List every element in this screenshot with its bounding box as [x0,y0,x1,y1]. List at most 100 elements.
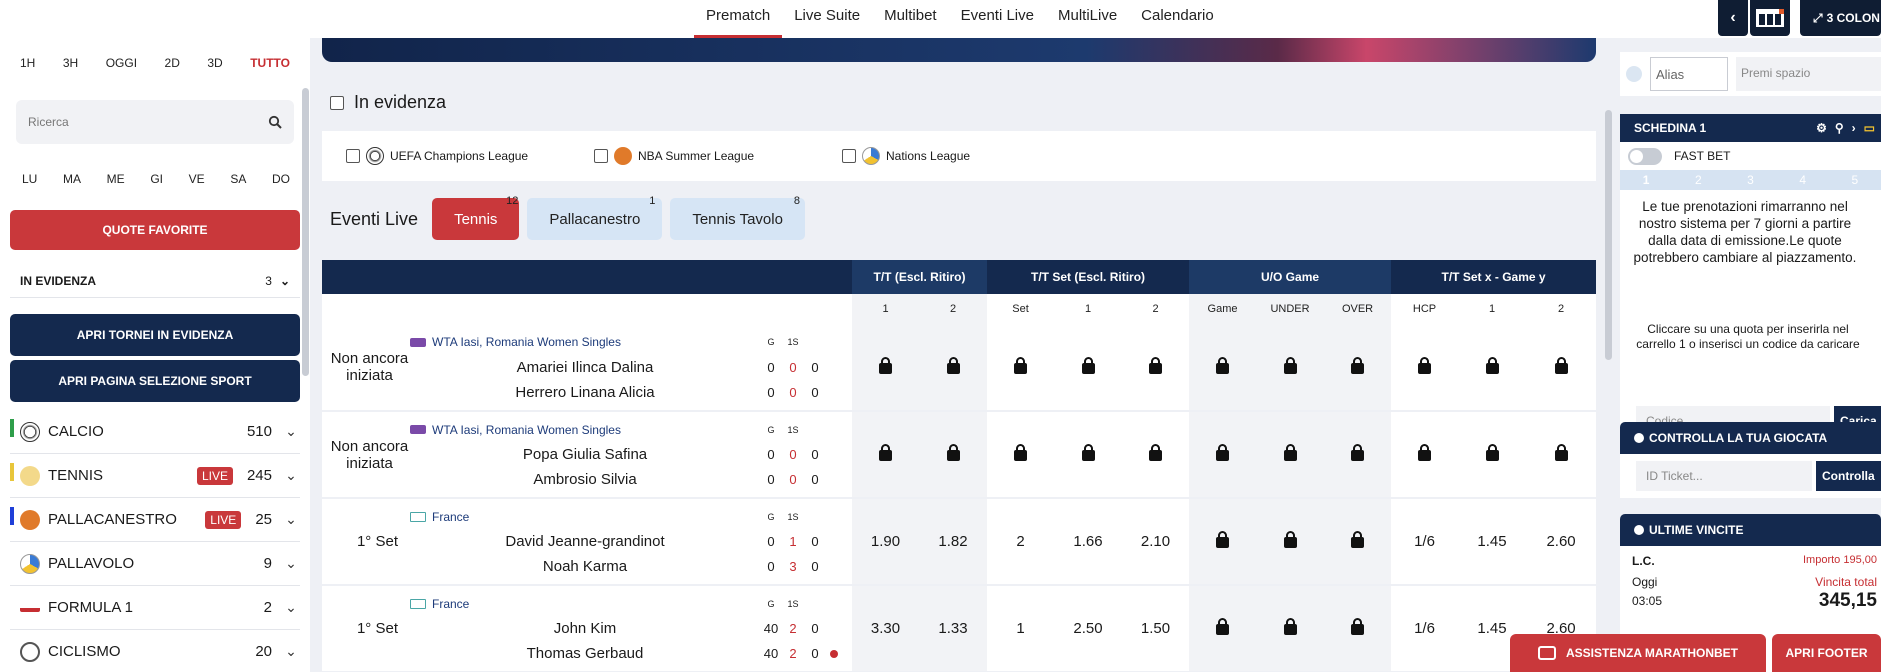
league-nba-summer[interactable]: NBA Summer League [594,147,754,165]
sidebar-item-tennis[interactable]: TENNIS LIVE 245 ⌄ [10,454,300,498]
step-1[interactable]: 1 [1643,173,1650,187]
apri-tornei-button[interactable]: APRI TORNEI IN EVIDENZA [10,314,300,356]
odd-cell[interactable]: 1.66 [1054,498,1123,586]
alias-input[interactable]: Alias [1650,57,1728,91]
odd-cell[interactable]: 2.10 [1122,498,1190,586]
odd-cell[interactable]: 1.33 [919,585,988,672]
time-filter-1h[interactable]: 1H [20,56,35,70]
lock-icon [1216,356,1230,374]
sidebar-item-pallavolo[interactable]: PALLAVOLO 9 ⌄ [10,542,300,586]
in-evidenza-toggle[interactable]: IN EVIDENZA 3 ⌄ [10,264,300,298]
apri-footer-button[interactable]: APRI FOOTER [1772,634,1881,672]
day-do[interactable]: DO [272,172,290,186]
sidebar-scrollbar[interactable] [302,88,309,376]
sidebar-item-pallacanestro[interactable]: PALLACANESTRO LIVE 25 ⌄ [10,498,300,542]
time-filter-2d[interactable]: 2D [165,56,180,70]
sidebar-item-calcio[interactable]: CALCIO 510 ⌄ [10,410,300,454]
columns-button[interactable]: ⤢ 3 COLON [1800,0,1881,36]
odd-cell-locked [852,411,919,499]
tab-eventi-live[interactable]: Eventi Live [949,0,1046,38]
chevron-right-icon[interactable]: › [1852,121,1856,135]
odd-cell[interactable]: 2 [987,498,1055,586]
tab-label: Tennis [454,210,498,228]
tab-live-suite[interactable]: Live Suite [782,0,872,38]
tab-multibet[interactable]: Multibet [872,0,949,38]
event-match[interactable]: France G 1S David Jeanne-grandinot 0 1 0… [410,498,852,586]
apri-sport-button[interactable]: APRI PAGINA SELEZIONE SPORT [10,360,300,402]
odd-cell[interactable]: 1 [987,585,1055,672]
odd-cell[interactable]: 1.90 [852,498,919,586]
controlla-button[interactable]: Controlla [1816,461,1881,491]
tab-tennis[interactable]: Tennis 12 [432,195,520,240]
lock-icon [946,444,960,461]
sidebar-item-formula-1[interactable]: FORMULA 1 2 ⌄ [10,586,300,630]
gear-icon[interactable]: ⚙ [1816,121,1827,135]
in-evidenza-label: IN EVIDENZA [20,273,97,288]
event-match[interactable]: WTA Iasi, Romania Women Singles G 1S Pop… [410,411,852,499]
step-4[interactable]: 4 [1799,173,1806,187]
day-lu[interactable]: LU [22,172,37,186]
ticket-icon[interactable]: ▭ [1864,121,1875,135]
odd-cell[interactable]: 1.82 [919,498,988,586]
lock-icon [879,356,892,374]
step-5[interactable]: 5 [1852,173,1859,187]
win-time: 03:05 [1632,594,1663,608]
odd-cell[interactable]: 2.50 [1054,585,1123,672]
lock-icon [1283,531,1297,548]
in-evidenza-title: In evidenza [354,92,447,112]
tab-tennis-tavolo[interactable]: Tennis Tavolo 8 [670,195,805,240]
odd-cell-locked [1526,411,1596,499]
promo-banner[interactable] [322,38,1596,62]
odd-cell[interactable]: 1/6 [1391,498,1459,586]
day-gi[interactable]: GI [150,172,163,186]
sub-header: 1 [1054,294,1123,324]
assistenza-button[interactable]: ASSISTENZA MARATHONBET [1510,634,1766,672]
odd-cell[interactable]: 2.60 [1526,498,1596,586]
premi-spazio-select[interactable]: Premi spazio [1736,57,1881,91]
main-scrollbar[interactable] [1605,110,1612,360]
in-evidenza-checkbox[interactable] [330,95,344,110]
time-filter-tutto[interactable]: TUTTO [250,56,290,70]
table-row: Non ancora iniziata WTA Iasi, Romania Wo… [322,411,1596,499]
ticket-id-input[interactable]: ID Ticket... [1636,461,1812,491]
league-nations[interactable]: Nations League [842,147,970,165]
tab-calendario[interactable]: Calendario [1129,0,1226,38]
layout-button[interactable] [1750,0,1790,36]
odd-cell[interactable]: 1.45 [1458,498,1527,586]
odd-cell[interactable]: 3.30 [852,585,919,672]
chevron-down-icon: ⌄ [285,511,297,527]
event-match[interactable]: France G 1S John Kim 40 2 0 Thomas Gerba… [410,585,852,672]
pin-icon[interactable]: ⚲ [1835,121,1844,135]
search-input[interactable]: Ricerca [16,100,294,144]
sidebar-item-ciclismo[interactable]: CICLISMO 20 ⌄ [10,630,300,672]
lock-icon [1216,618,1230,635]
league-checkbox[interactable] [594,149,608,163]
tab-multilive[interactable]: MultiLive [1046,0,1129,38]
day-sa[interactable]: SA [230,172,246,186]
live-badge: LIVE [205,510,242,529]
day-ve[interactable]: VE [189,172,205,186]
time-filter-3d[interactable]: 3D [207,56,222,70]
league-checkbox[interactable] [346,149,360,163]
odd-cell[interactable]: 1/6 [1391,585,1459,672]
league-ucl[interactable]: UEFA Champions League [346,147,528,165]
tab-pallacanestro[interactable]: Pallacanestro 1 [527,195,663,240]
day-ma[interactable]: MA [63,172,81,186]
odd-cell[interactable]: 1.50 [1122,585,1190,672]
score-points: 0 [811,621,819,636]
quote-favorite-button[interactable]: QUOTE FAVORITE [10,210,300,250]
fast-bet-toggle[interactable] [1628,147,1662,165]
league-checkbox[interactable] [842,149,856,163]
step-2[interactable]: 2 [1695,173,1702,187]
in-evidenza-filter[interactable]: In evidenza [330,92,446,113]
info-dot-icon [1634,525,1644,535]
collapse-button[interactable]: ‹ [1718,0,1748,36]
tab-prematch[interactable]: Prematch [694,0,783,38]
step-3[interactable]: 3 [1747,173,1754,187]
time-filter-oggi[interactable]: OGGI [106,56,137,70]
time-filter-3h[interactable]: 3H [63,56,78,70]
lock-icon [1216,444,1230,461]
day-me[interactable]: ME [107,172,125,186]
event-match[interactable]: WTA Iasi, Romania Women Singles G 1S Ama… [410,324,852,412]
settings-icon[interactable] [1626,66,1642,82]
